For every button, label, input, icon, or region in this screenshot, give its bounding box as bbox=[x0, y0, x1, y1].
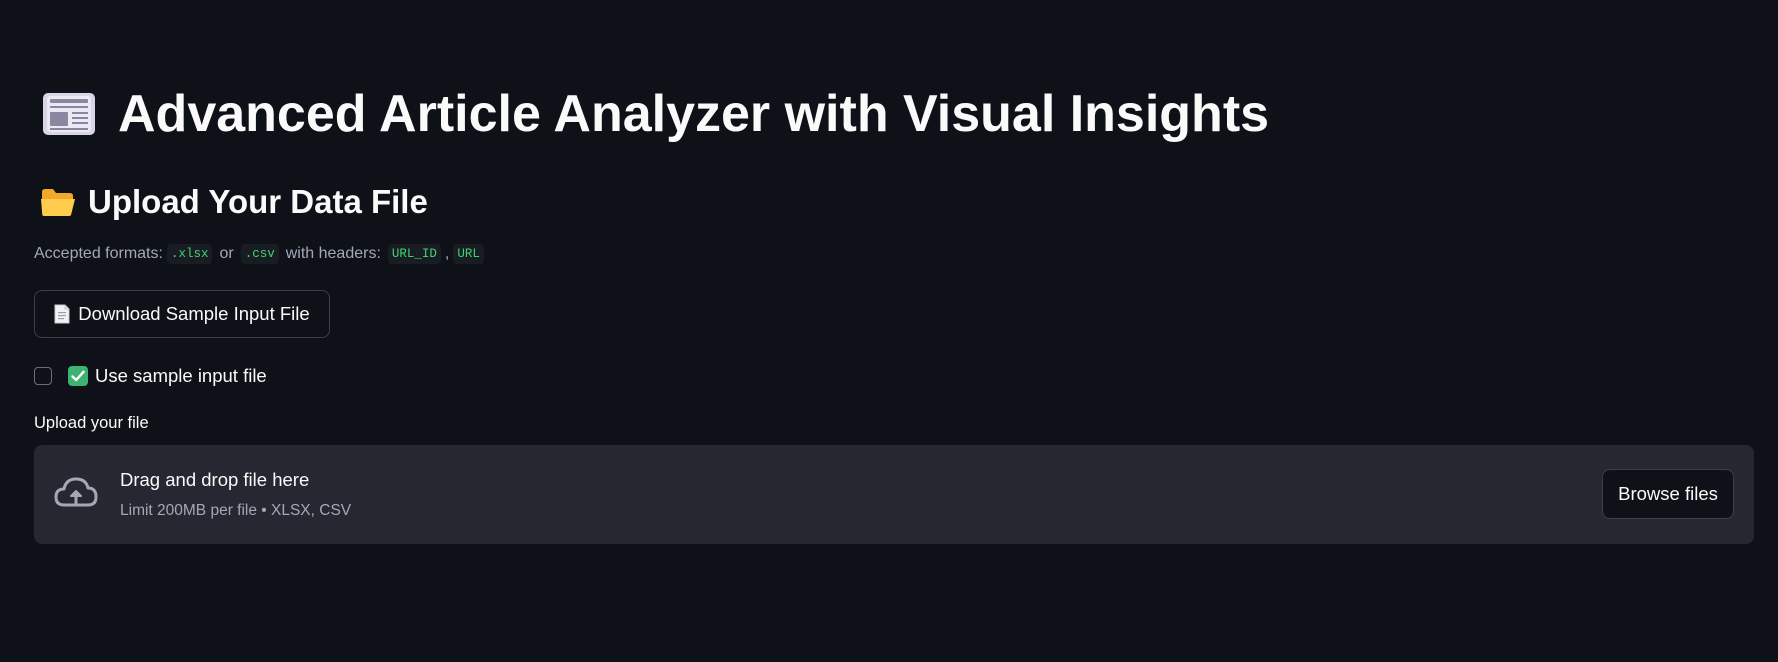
use-sample-checkbox-row[interactable]: Use sample input file bbox=[34, 364, 267, 388]
newspaper-icon bbox=[43, 93, 95, 135]
header-code-url: URL bbox=[453, 244, 484, 264]
caption-with-headers: with headers: bbox=[285, 245, 381, 262]
open-folder-icon bbox=[41, 189, 75, 216]
cloud-upload-icon bbox=[54, 477, 98, 507]
header-code-url-id: URL_ID bbox=[387, 244, 441, 264]
download-sample-button[interactable]: Download Sample Input File bbox=[34, 290, 330, 338]
page-title-row: Advanced Article Analyzer with Visual In… bbox=[42, 78, 1269, 150]
dropzone-limit-text: Limit 200MB per file • XLSX, CSV bbox=[120, 502, 352, 519]
check-mark-button-icon bbox=[68, 366, 88, 386]
caption-prefix: Accepted formats: bbox=[34, 245, 163, 262]
page-title: Advanced Article Analyzer with Visual In… bbox=[118, 85, 1270, 143]
format-code-xlsx: .xlsx bbox=[166, 244, 213, 264]
format-code-csv: .csv bbox=[240, 244, 279, 264]
caption-or: or bbox=[219, 245, 234, 262]
accepted-formats-caption: Accepted formats: .xlsx or .csv with hea… bbox=[34, 244, 488, 264]
upload-file-label: Upload your file bbox=[34, 414, 149, 432]
upload-subheader: Upload Your Data File bbox=[88, 183, 428, 220]
app-page: Advanced Article Analyzer with Visual In… bbox=[0, 0, 1778, 662]
page-icon bbox=[54, 304, 70, 324]
browse-files-button[interactable]: Browse files bbox=[1602, 469, 1734, 519]
file-dropzone[interactable]: Drag and drop file here Limit 200MB per … bbox=[34, 445, 1754, 544]
download-sample-label: Download Sample Input File bbox=[78, 303, 310, 324]
use-sample-checkbox[interactable] bbox=[34, 367, 52, 385]
dropzone-instructions: Drag and drop file here bbox=[120, 469, 310, 490]
upload-subheader-row: Upload Your Data File bbox=[40, 180, 428, 224]
use-sample-checkbox-label: Use sample input file bbox=[95, 365, 267, 386]
caption-comma: , bbox=[444, 245, 450, 262]
